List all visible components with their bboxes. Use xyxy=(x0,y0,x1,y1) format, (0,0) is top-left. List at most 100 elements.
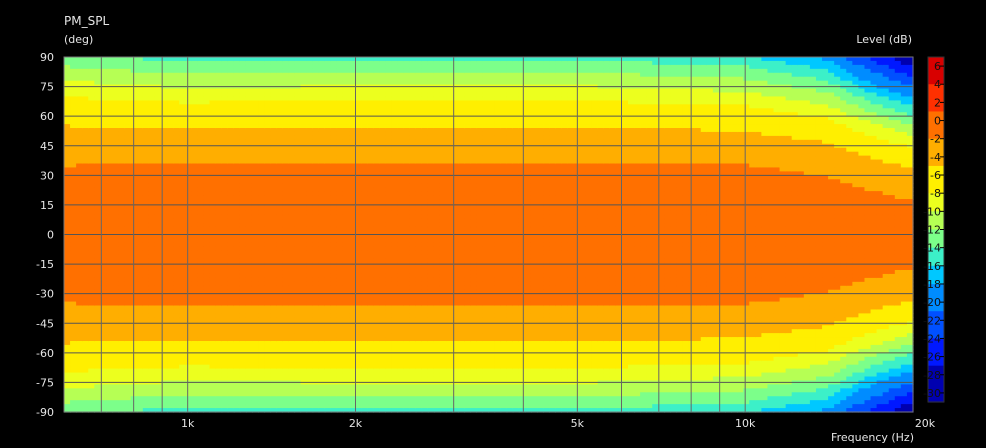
heatmap-cell xyxy=(203,206,211,212)
heatmap-cell xyxy=(276,404,283,409)
heatmap-cell xyxy=(282,234,289,240)
heatmap-cell xyxy=(197,100,205,105)
heatmap-cell xyxy=(367,305,374,311)
heatmap-cell xyxy=(306,147,314,153)
heatmap-cell xyxy=(276,281,283,287)
heatmap-cell xyxy=(142,242,150,247)
heatmap-cell xyxy=(270,88,277,94)
heatmap-cell xyxy=(106,325,114,330)
heatmap-cell xyxy=(276,135,283,141)
heatmap-cell xyxy=(70,400,77,405)
heatmap-cell xyxy=(367,60,374,66)
heatmap-cell xyxy=(342,281,350,287)
heatmap-cell xyxy=(300,372,308,378)
heatmap-cell xyxy=(64,258,71,263)
heatmap-cell xyxy=(167,128,174,133)
heatmap-cell xyxy=(379,151,386,157)
heatmap-cell xyxy=(258,356,265,362)
heatmap-cell xyxy=(191,92,199,98)
heatmap-cell xyxy=(215,384,223,389)
heatmap-cell xyxy=(227,163,235,169)
heatmap-cell xyxy=(88,206,95,212)
heatmap-cell xyxy=(251,124,259,129)
heatmap-cell xyxy=(76,163,83,169)
heatmap-cell xyxy=(197,167,205,172)
heatmap-cell xyxy=(276,242,283,247)
heatmap-cell xyxy=(300,218,308,224)
heatmap-cell xyxy=(203,234,211,240)
heatmap-cell xyxy=(227,325,235,330)
heatmap-cell xyxy=(124,376,132,382)
heatmap-cell xyxy=(82,404,89,409)
heatmap-cell xyxy=(367,57,374,62)
heatmap-cell xyxy=(173,313,180,318)
heatmap-cell xyxy=(82,226,89,232)
heatmap-cell xyxy=(185,100,192,105)
heatmap-cell xyxy=(215,222,223,228)
heatmap-cell xyxy=(70,246,77,251)
heatmap-cell xyxy=(294,116,302,121)
heatmap-cell xyxy=(264,392,271,397)
heatmap-cell xyxy=(76,246,83,251)
heatmap-cell xyxy=(191,120,199,125)
heatmap-cell xyxy=(336,92,344,98)
heatmap-cell xyxy=(173,277,180,283)
heatmap-cell xyxy=(88,250,95,255)
heatmap-cell xyxy=(82,246,89,251)
heatmap-cell xyxy=(179,206,186,212)
heatmap-cell xyxy=(367,258,374,263)
heatmap-cell xyxy=(227,226,235,232)
heatmap-cell xyxy=(330,352,338,358)
heatmap-cell xyxy=(312,392,320,397)
heatmap-cell xyxy=(94,341,101,346)
heatmap-cell xyxy=(397,151,405,157)
heatmap-cell xyxy=(154,266,162,271)
heatmap-cell xyxy=(154,372,162,378)
heatmap-cell xyxy=(173,116,180,121)
heatmap-cell xyxy=(167,179,174,184)
heatmap-cell xyxy=(148,124,156,129)
heatmap-cell xyxy=(397,210,405,216)
heatmap-cell xyxy=(94,376,101,382)
heatmap-cell xyxy=(179,179,186,184)
heatmap-cell xyxy=(185,214,192,220)
heatmap-cell xyxy=(148,72,156,78)
heatmap-cell xyxy=(342,210,350,216)
heatmap-cell xyxy=(70,270,77,275)
heatmap-cell xyxy=(318,179,326,184)
heatmap-cell xyxy=(385,281,393,287)
heatmap-cell xyxy=(312,364,320,370)
heatmap-cell xyxy=(318,313,326,318)
heatmap-cell xyxy=(300,254,308,259)
heatmap-cell xyxy=(245,92,253,98)
heatmap-cell xyxy=(288,368,296,374)
heatmap-cell xyxy=(209,147,217,153)
heatmap-cell xyxy=(373,400,380,405)
heatmap-cell xyxy=(245,195,253,200)
heatmap-cell xyxy=(233,352,241,358)
heatmap-cell xyxy=(282,266,289,271)
heatmap-cell xyxy=(106,226,114,232)
heatmap-cell xyxy=(209,116,217,121)
heatmap-cell xyxy=(94,80,101,86)
heatmap-cell xyxy=(179,313,186,318)
heatmap-cell xyxy=(312,226,320,232)
heatmap-cell xyxy=(330,226,338,232)
heatmap-cell xyxy=(288,96,296,101)
heatmap-cell xyxy=(264,360,271,366)
heatmap-cell xyxy=(342,100,350,105)
heatmap-cell xyxy=(336,131,344,137)
heatmap-cell xyxy=(294,337,302,342)
heatmap-cell xyxy=(106,96,114,101)
heatmap-cell xyxy=(373,285,380,291)
heatmap-cell xyxy=(342,293,350,299)
heatmap-cell xyxy=(336,270,344,275)
heatmap-cell xyxy=(258,57,265,62)
heatmap-cell xyxy=(355,155,362,161)
heatmap-cell xyxy=(294,80,302,86)
heatmap-cell xyxy=(355,222,362,228)
heatmap-cell xyxy=(361,163,368,169)
heatmap-cell xyxy=(342,57,350,62)
heatmap-cell xyxy=(227,128,235,133)
heatmap-cell xyxy=(251,273,259,279)
